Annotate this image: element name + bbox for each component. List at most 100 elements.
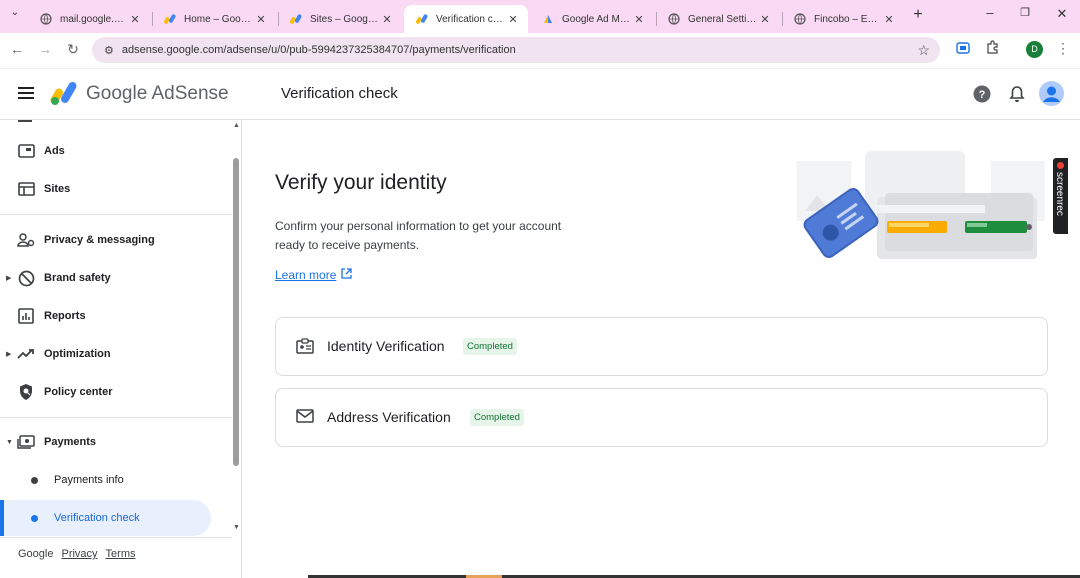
main-content: Verify your identity Confirm your person… [243,121,1080,578]
account-avatar-icon[interactable] [1039,81,1064,111]
adsense-logo-icon[interactable] [50,80,80,111]
tab-title: General Settings [688,13,758,25]
sidebar-scrollbar[interactable]: ▲ ▼ [231,120,241,537]
record-dot-icon [1057,162,1064,169]
sidebar-divider [0,537,232,538]
browser-toolbar: ← → ↻ ⚙ adsense.google.com/adsense/u/0/p… [0,33,1080,69]
new-tab-button[interactable]: + [908,6,928,24]
browser-menu-icon[interactable]: ⋮ [1054,40,1072,57]
minimize-button[interactable]: – [980,5,1000,20]
product-name[interactable]: Google AdSense [86,83,229,105]
bookmark-star-icon[interactable]: ☆ [917,42,930,59]
card-title: Identity Verification [327,338,445,354]
tab-close-icon[interactable]: ✕ [254,13,268,26]
sidebar-nav: Ads Sites Privacy & messaging ▶ Brand sa… [0,120,242,578]
browser-tab[interactable]: Google Ad Mana ✕ [530,5,654,33]
scroll-down-arrow-icon[interactable]: ▼ [233,524,240,531]
status-badge: Completed [463,338,517,355]
tab-close-icon[interactable]: ✕ [632,13,646,26]
tab-search-button[interactable]: ⌄ [5,7,25,18]
browser-tab-strip: ⌄ mail.google.com ✕ Home – Google ✕ Site… [0,0,1080,33]
restore-button[interactable]: ❐ [1015,6,1035,19]
tab-title: Home – Google [184,13,254,25]
header-divider [242,69,243,119]
forward-arrow-icon[interactable]: → [36,41,54,57]
browser-tab-active[interactable]: Verification chec ✕ [404,5,528,33]
sidebar-item-label: Sites [44,183,71,195]
sidebar-item-brand-safety[interactable]: ▶ Brand safety [0,260,230,296]
sidebar-item-payments-info[interactable]: Payments info [0,462,230,498]
sidebar-item-ads[interactable]: Ads [0,133,230,169]
bullet-dot-icon [31,514,38,522]
extensions-icon[interactable] [984,40,1002,57]
screen-cast-icon[interactable] [954,41,972,57]
browser-tab[interactable]: Sites – Google A ✕ [278,5,402,33]
sidebar-item-policy-center[interactable]: Policy center [0,374,230,410]
mail-icon [296,409,314,427]
browser-tab[interactable]: General Settings ✕ [656,5,780,33]
app-header: Google AdSense Verification check ? [0,69,1080,120]
page-title: Verification check [281,85,398,102]
sites-icon [17,180,35,198]
site-info-icon[interactable]: ⚙ [104,44,114,57]
status-badge: Completed [470,409,524,426]
collapse-caret-icon[interactable]: ▼ [6,439,13,446]
adsense-logo-icon [416,13,428,25]
learn-more-text[interactable]: Learn more [275,268,336,282]
sidebar-item-label: Brand safety [44,272,111,284]
sidebar-item-label: Policy center [44,386,113,398]
tab-close-icon[interactable]: ✕ [380,13,394,26]
sidebar-item-label: Payments info [54,474,124,486]
globe-icon [668,13,680,25]
tab-close-icon[interactable]: ✕ [758,13,772,26]
screenrec-widget[interactable]: screenrec [1053,158,1068,234]
scroll-up-arrow-icon[interactable]: ▲ [233,122,240,129]
id-card-icon [296,338,314,356]
sidebar-item-privacy-messaging[interactable]: Privacy & messaging [0,222,230,258]
sidebar-item-payments[interactable]: ▼ Payments [0,424,230,460]
tab-title: Fincobo – Everyt [814,13,882,25]
reload-icon[interactable]: ↻ [64,41,82,58]
browser-tab[interactable]: mail.google.com ✕ [28,5,150,33]
terms-link[interactable]: Terms [106,548,136,560]
tab-title: Verification chec [436,13,506,25]
tab-title: mail.google.com [60,13,128,25]
footer-google: Google [18,548,54,560]
reports-icon [17,307,35,325]
hamburger-menu-icon[interactable] [18,87,34,99]
address-verification-card[interactable]: Address Verification Completed [275,388,1048,447]
optimization-icon [17,345,35,363]
sidebar-item-label: Reports [44,310,86,322]
browser-tab[interactable]: Home – Google ✕ [152,5,276,33]
policy-icon [17,383,35,401]
globe-icon [794,13,806,25]
sidebar-divider [0,417,232,418]
notifications-bell-icon[interactable] [1009,85,1025,108]
identity-verification-card[interactable]: Identity Verification Completed [275,317,1048,376]
sidebar-item-sites[interactable]: Sites [0,171,230,207]
sidebar-item-reports[interactable]: Reports [0,298,230,334]
open-in-new-icon [341,268,353,282]
sidebar-item-verification-check[interactable]: Verification check [0,500,211,536]
back-arrow-icon[interactable]: ← [8,41,26,57]
close-window-button[interactable]: ✕ [1052,6,1072,22]
sidebar-item-label: Privacy & messaging [44,234,155,246]
tab-close-icon[interactable]: ✕ [506,13,520,26]
help-icon[interactable]: ? [973,85,991,108]
tab-close-icon[interactable]: ✕ [882,13,896,26]
description-line: Confirm your personal information to get… [275,219,562,233]
learn-more-link[interactable]: Learn more [275,268,353,282]
expand-caret-icon[interactable]: ▶ [6,274,11,282]
tab-close-icon[interactable]: ✕ [128,13,142,26]
address-bar[interactable]: ⚙ adsense.google.com/adsense/u/0/pub-599… [92,37,940,63]
privacy-link[interactable]: Privacy [61,548,97,560]
card-title: Address Verification [327,409,451,425]
profile-avatar[interactable]: D [1026,41,1043,58]
sidebar-item-optimization[interactable]: ▶ Optimization [0,336,230,372]
ads-icon [17,142,35,160]
browser-tab[interactable]: Fincobo – Everyt ✕ [782,5,904,33]
sidebar-item-label: Payments [44,436,96,448]
scrollbar-thumb[interactable] [233,158,239,466]
expand-caret-icon[interactable]: ▶ [6,350,11,358]
description-line: ready to receive payments. [275,238,420,252]
